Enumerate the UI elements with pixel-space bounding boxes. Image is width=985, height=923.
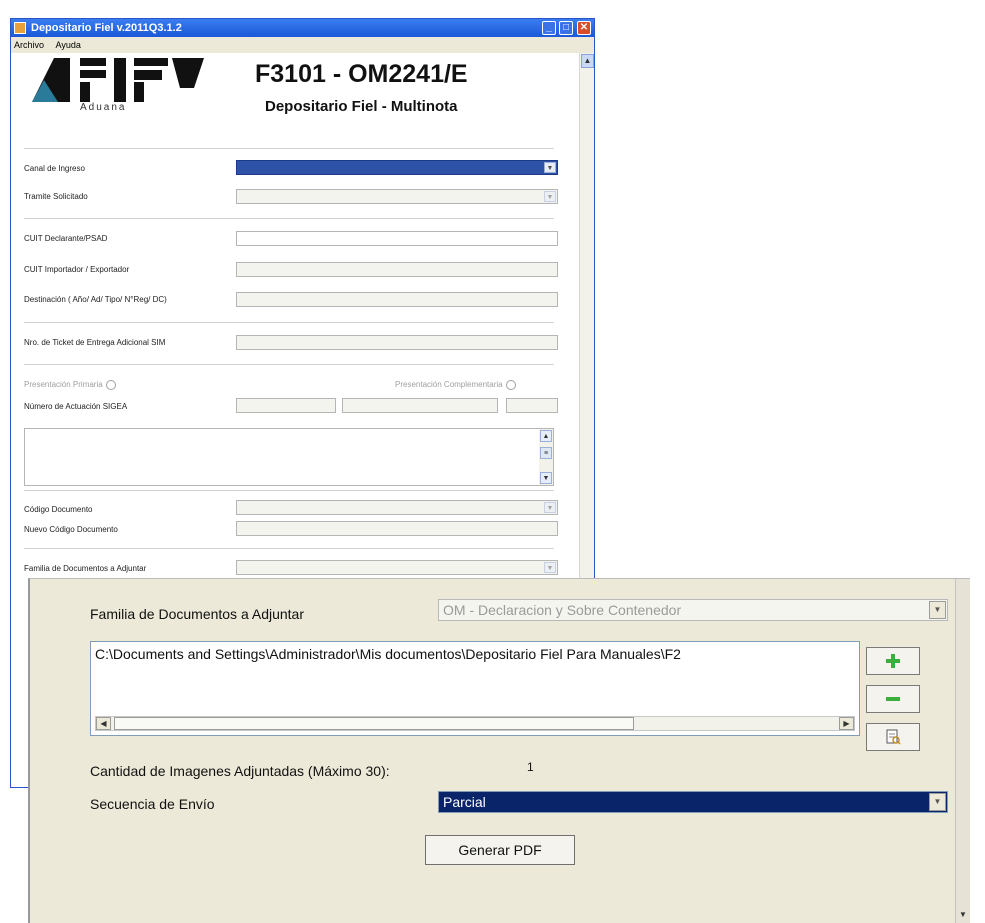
document-preview-icon [886, 729, 901, 745]
chevron-down-icon[interactable]: ▼ [544, 502, 556, 513]
presentacion-primaria-radio[interactable]: Presentación Primaria [24, 380, 116, 390]
tramite-label: Tramite Solicitado [24, 192, 88, 201]
actuacion-label: Número de Actuación SIGEA [24, 402, 128, 411]
cuit-declarante-input[interactable] [236, 231, 558, 246]
ticket-label: Nro. de Ticket de Entrega Adicional SIM [24, 338, 166, 347]
radio-icon[interactable] [505, 380, 516, 390]
scroll-down-icon[interactable]: ▼ [957, 909, 969, 921]
codigo-doc-label: Código Documento [24, 505, 93, 514]
divider [24, 322, 554, 323]
codigo-doc-select[interactable]: ▼ [236, 500, 558, 515]
textarea-scrollbar[interactable]: ▲ ≡ ▼ [539, 429, 553, 485]
presentacion-complementaria-label: Presentación Complementaria [395, 380, 503, 390]
actuacion-input-3[interactable] [506, 398, 558, 413]
scroll-up-icon[interactable]: ▲ [581, 54, 594, 68]
familia-small-select[interactable]: ▼ [236, 560, 558, 575]
generar-pdf-button[interactable]: Generar PDF [425, 835, 575, 865]
presentacion-complementaria-radio[interactable]: Presentación Complementaria [395, 380, 516, 390]
menu-archivo[interactable]: Archivo [14, 40, 44, 50]
afip-logo [32, 58, 232, 118]
chevron-down-icon[interactable]: ▼ [544, 191, 556, 202]
scroll-thumb[interactable] [114, 717, 634, 730]
window-title: Depositario Fiel v.2011Q3.1.2 [31, 22, 182, 34]
destinacion-input[interactable] [236, 292, 558, 307]
zoomed-panel: Familia de Documentos a Adjuntar OM - De… [28, 578, 970, 923]
remove-file-button[interactable] [866, 685, 920, 713]
menu-bar: Archivo Ayuda [11, 37, 594, 53]
actuacion-input-1[interactable] [236, 398, 336, 413]
canal-label: Canal de Ingreso [24, 164, 85, 173]
logo-graphic [32, 58, 204, 102]
plus-icon [886, 653, 900, 668]
observaciones-textarea[interactable]: ▲ ≡ ▼ [24, 428, 554, 486]
minimize-icon[interactable]: _ [542, 21, 556, 35]
cuit-importador-input[interactable] [236, 262, 558, 277]
panel-scrollbar[interactable]: ▼ [955, 579, 970, 923]
file-path-item[interactable]: C:\Documents and Settings\Administrador\… [95, 646, 681, 662]
maximize-icon[interactable]: □ [559, 21, 573, 35]
nuevo-codigo-label: Nuevo Código Documento [24, 525, 118, 534]
scroll-left-icon[interactable]: ◀ [96, 717, 111, 730]
scroll-down-icon[interactable]: ▼ [540, 472, 552, 484]
scroll-up-icon[interactable]: ▲ [540, 430, 552, 442]
form-title: F3101 - OM2241/E [255, 60, 468, 88]
divider [24, 548, 554, 549]
form-subtitle: Depositario Fiel - Multinota [265, 98, 458, 115]
ticket-input[interactable] [236, 335, 558, 350]
actuacion-input-2[interactable] [342, 398, 498, 413]
destinacion-label: Destinación ( Año/ Ad/ Tipo/ N°Reg/ DC) [24, 295, 167, 304]
chevron-down-icon[interactable]: ▼ [544, 162, 556, 173]
canal-select[interactable]: ▼ [236, 160, 558, 175]
attached-files-list[interactable]: C:\Documents and Settings\Administrador\… [90, 641, 860, 736]
secuencia-select[interactable]: Parcial ▼ [438, 791, 948, 813]
preview-file-button[interactable] [866, 723, 920, 751]
familia-small-label: Familia de Documentos a Adjuntar [24, 564, 147, 573]
scroll-right-icon[interactable]: ▶ [839, 717, 854, 730]
cuit-declarante-label: CUIT Declarante/PSAD [24, 234, 108, 243]
cantidad-label: Cantidad de Imagenes Adjuntadas (Máximo … [90, 763, 390, 779]
chevron-down-icon[interactable]: ▼ [544, 562, 556, 573]
familia-select[interactable]: OM - Declaracion y Sobre Contenedor ▼ [438, 599, 948, 621]
presentacion-primaria-label: Presentación Primaria [24, 380, 103, 390]
close-icon[interactable]: ✕ [577, 21, 591, 35]
radio-icon[interactable] [105, 380, 116, 390]
tramite-select[interactable]: ▼ [236, 189, 558, 204]
secuencia-value: Parcial [443, 794, 486, 810]
minus-icon [886, 696, 900, 701]
divider [24, 148, 554, 149]
cuit-importador-label: CUIT Importador / Exportador [24, 265, 130, 274]
logo-subtitle: Aduana [80, 102, 127, 113]
familia-label: Familia de Documentos a Adjuntar [90, 606, 304, 622]
nuevo-codigo-input[interactable] [236, 521, 558, 536]
secuencia-label: Secuencia de Envío [90, 796, 215, 812]
add-file-button[interactable] [866, 647, 920, 675]
scroll-thumb[interactable]: ≡ [540, 447, 552, 459]
menu-ayuda[interactable]: Ayuda [56, 40, 81, 50]
horizontal-scrollbar[interactable]: ◀ ▶ [95, 716, 855, 731]
divider [24, 218, 554, 219]
title-bar: Depositario Fiel v.2011Q3.1.2 _ □ ✕ [11, 19, 594, 37]
chevron-down-icon[interactable]: ▼ [929, 601, 946, 619]
familia-value: OM - Declaracion y Sobre Contenedor [443, 602, 682, 618]
cantidad-value: 1 [527, 760, 534, 774]
divider [24, 364, 554, 365]
app-icon [14, 22, 26, 34]
chevron-down-icon[interactable]: ▼ [929, 793, 946, 811]
divider [24, 490, 554, 491]
